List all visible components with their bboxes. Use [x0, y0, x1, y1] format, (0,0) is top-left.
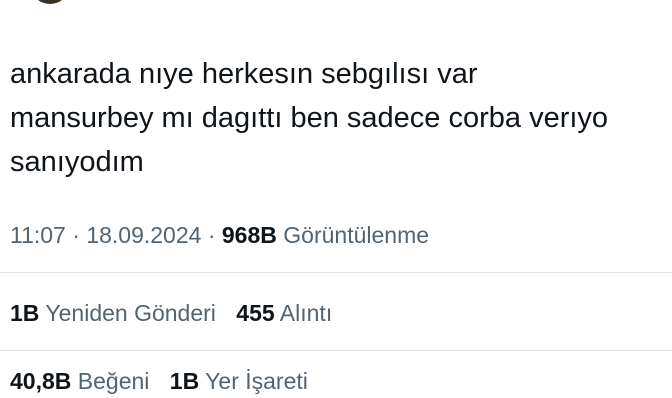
reposts-label: Yeniden Gönderi [45, 300, 216, 326]
quotes-count: 455 [236, 300, 275, 326]
likes-label: Beğeni [77, 368, 150, 394]
bookmarks-count: 1B [169, 368, 200, 394]
bookmarks-label: Yer İşareti [205, 368, 308, 394]
bookmarks-stat[interactable]: 1B Yer İşareti [170, 364, 308, 398]
quotes-stat[interactable]: 455 Alıntı [236, 296, 332, 330]
meta-separator: · [72, 222, 80, 248]
reposts-count: 1B [10, 300, 40, 326]
engagement-stats-row: 1B Yeniden Gönderi 455 Alıntı [10, 296, 346, 330]
quotes-label: Alıntı [279, 300, 333, 326]
views-count: 968B [221, 222, 277, 248]
reposts-stat[interactable]: 1B Yeniden Gönderi [10, 296, 216, 330]
meta-separator: · [207, 222, 216, 248]
divider [0, 350, 672, 351]
likes-count: 40,8B [10, 368, 72, 394]
divider [0, 272, 672, 273]
tweet-meta: 11:07 · 18.09.2024 · 968B Görüntülenme [10, 218, 429, 252]
engagement-stats-row-2: 40,8B Beğeni 1B Yer İşareti [10, 364, 322, 398]
tweet-time[interactable]: 11:07 [10, 222, 66, 248]
tweet-text: ankarada nıye herkesın sebgılısı var man… [10, 58, 609, 178]
views-label: Görüntülenme [283, 222, 430, 248]
avatar[interactable] [30, 0, 70, 4]
likes-stat[interactable]: 40,8B Beğeni [10, 364, 149, 398]
tweet-date[interactable]: 18.09.2024 [86, 222, 201, 248]
